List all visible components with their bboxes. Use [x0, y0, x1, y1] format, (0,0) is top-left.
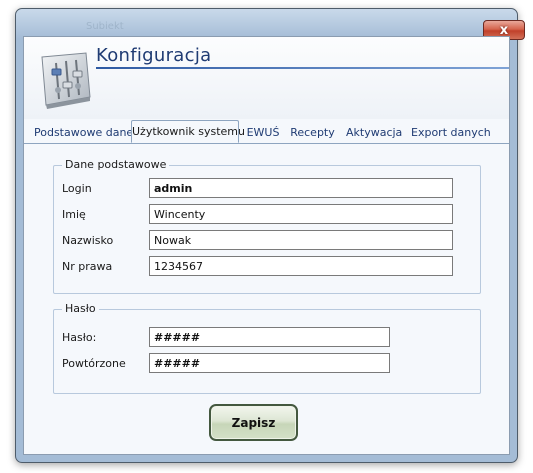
last-name-label: Nazwisko: [62, 234, 114, 247]
tab-recepty[interactable]: Recepty: [290, 123, 335, 142]
settings-sliders-icon: [41, 52, 91, 109]
password-group: Hasło: [53, 302, 481, 394]
window-title: Subiekt: [86, 21, 124, 32]
first-name-field[interactable]: [149, 204, 453, 224]
tab-export-danych[interactable]: Export danych: [411, 123, 491, 142]
login-field[interactable]: [149, 178, 453, 198]
tab-uzytkownik-systemu[interactable]: Użytkownik systemu: [131, 120, 245, 143]
save-button[interactable]: Zapisz: [209, 404, 298, 441]
basic-data-legend: Dane podstawowe: [62, 158, 170, 171]
dialog-content: Konfiguracja Podstawowe dane Użytkownik …: [23, 36, 510, 455]
tab-podstawowe-dane[interactable]: Podstawowe dane: [34, 123, 133, 142]
header: Konfiguracja: [24, 37, 509, 119]
page-title: Konfiguracja: [96, 45, 212, 66]
tab-ewus[interactable]: EWUŚ: [246, 123, 280, 142]
password-field[interactable]: [149, 327, 390, 347]
title-underline: [96, 67, 509, 69]
license-number-label: Nr prawa: [62, 260, 113, 273]
close-icon: x: [499, 22, 509, 38]
tab-aktywacja[interactable]: Aktywacja: [346, 123, 402, 142]
password-repeat-field[interactable]: [149, 353, 390, 373]
login-label: Login: [62, 182, 92, 195]
password-label: Hasło:: [62, 331, 97, 344]
tab-bar: Podstawowe dane Użytkownik systemu EWUŚ …: [24, 119, 509, 144]
first-name-label: Imię: [62, 208, 86, 221]
password-legend: Hasło: [62, 302, 99, 315]
last-name-field[interactable]: [149, 230, 453, 250]
license-number-field[interactable]: [149, 256, 453, 276]
password-repeat-label: Powtórzone: [62, 357, 126, 370]
